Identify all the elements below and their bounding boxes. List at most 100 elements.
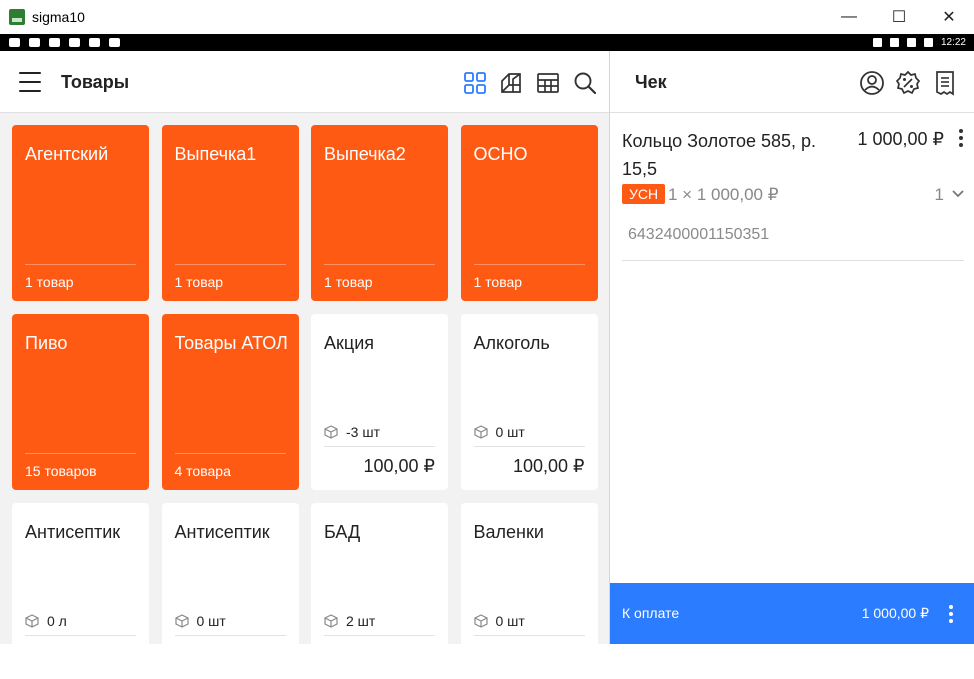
receipt-item-divider (622, 260, 964, 261)
tile-divider (25, 264, 136, 265)
tile-name: Валенки (473, 522, 544, 542)
tile-item-count: 15 товаров (25, 463, 97, 479)
tile-name: Антисептик (174, 522, 270, 542)
signal-icon-2 (69, 38, 80, 47)
message-icon (89, 38, 100, 47)
receipt-item-quantity[interactable]: 1 (935, 185, 944, 205)
tile-divider (324, 264, 435, 265)
product-tile[interactable]: Алкоголь 0 шт 100,00 ₽ (460, 314, 598, 490)
pay-label: К оплате (622, 605, 680, 621)
window-controls: — ☐ ✕ (824, 0, 974, 34)
tile-stock: 0 шт (174, 613, 226, 629)
tile-stock-value: -3 шт (346, 424, 380, 440)
window-title: sigma10 (32, 9, 85, 25)
shield-icon (49, 38, 60, 47)
tile-item-count: 1 товар (324, 274, 373, 290)
product-tile[interactable]: Валенки 0 шт (460, 503, 598, 679)
tile-name: Выпечка2 (324, 144, 406, 164)
page-title: Товары (61, 72, 130, 92)
tile-stock: 0 шт (473, 613, 525, 629)
app-notification-icon (109, 38, 120, 47)
tile-name: Товары АТОЛ (174, 333, 288, 353)
products-pane: Товары Агентский 1 товар Выпечка1 1 товар Вы… (0, 51, 610, 679)
tile-stock-value: 0 шт (495, 613, 525, 629)
category-tile[interactable]: Пиво 15 товаров (12, 314, 149, 490)
tile-name: Агентский (25, 144, 109, 164)
box-icon (25, 614, 39, 628)
receipt-item-price: 1 000,00 ₽ (857, 129, 944, 149)
tile-stock-value: 0 л (47, 613, 67, 629)
receipt-icon[interactable] (932, 70, 958, 96)
product-tile[interactable]: Антисептик 0 л (12, 503, 149, 679)
tile-stock: 0 л (25, 613, 67, 629)
window-titlebar: sigma10 — ☐ ✕ (0, 0, 974, 34)
tile-divider (25, 453, 136, 454)
pay-amount: 1 000,00 ₽ (861, 605, 929, 621)
more-vert-icon[interactable] (958, 129, 964, 149)
tile-item-count: 1 товар (174, 274, 224, 290)
products-header: Товары (0, 51, 610, 113)
tile-name: БАД (324, 522, 361, 542)
category-tile[interactable]: Агентский 1 товар (12, 125, 149, 301)
table-view-icon[interactable] (536, 71, 560, 95)
category-tile[interactable]: Выпечка1 1 товар (161, 125, 299, 301)
tile-name: ОСНО (473, 144, 528, 164)
product-tile[interactable]: БАД 2 шт (311, 503, 448, 679)
tile-divider (324, 635, 435, 636)
product-tile[interactable]: Акция -3 шт 100,00 ₽ (311, 314, 448, 490)
battery-icon (923, 38, 933, 47)
tile-stock: 2 шт (324, 613, 375, 629)
tile-divider (174, 264, 286, 265)
category-tile[interactable]: Выпечка2 1 товар (311, 125, 448, 301)
box-icon (324, 425, 338, 439)
tile-price: 100,00 ₽ (363, 456, 435, 476)
receipt-item-name: Кольцо Золотое 585, р. 15,5 (622, 131, 817, 179)
tile-divider (25, 635, 136, 636)
tile-stock: 0 шт (473, 424, 525, 440)
tile-name: Выпечка1 (174, 144, 257, 164)
tile-name: Антисептик (25, 522, 121, 542)
status-bar: 12:22 (0, 34, 974, 51)
box-icon (324, 614, 338, 628)
box-icon (473, 425, 488, 439)
tile-item-count: 1 товар (25, 274, 74, 290)
tile-stock-value: 0 шт (495, 424, 525, 440)
maximize-icon[interactable]: ☐ (874, 0, 924, 34)
tile-divider (324, 446, 435, 447)
tax-badge: УСН (622, 184, 666, 204)
customer-icon[interactable] (859, 70, 885, 96)
tile-name: Алкоголь (473, 333, 550, 353)
receipt-item-barcode: 6432400001150351 (628, 226, 770, 243)
menu-icon[interactable] (19, 72, 41, 92)
receipt-item-unit-price: 1 × 1 000,00 ₽ (668, 185, 779, 204)
receipt-line-item[interactable]: Кольцо Золотое 585, р. 15,5 1 000,00 ₽ У… (622, 127, 964, 261)
alarm-icon (9, 38, 20, 47)
tile-stock: -3 шт (324, 424, 380, 440)
tile-name: Акция (324, 333, 374, 353)
tile-name: Пиво (25, 333, 68, 353)
more-vert-icon[interactable] (948, 605, 954, 623)
tiles-view-icon[interactable] (499, 71, 523, 95)
tile-divider (473, 446, 585, 447)
bluetooth-icon (872, 38, 882, 47)
category-tile[interactable]: ОСНО 1 товар (460, 125, 598, 301)
chevron-down-icon[interactable] (952, 189, 964, 199)
pay-button[interactable]: К оплате 1 000,00 ₽ (610, 583, 974, 644)
clock: 12:22 (940, 37, 966, 48)
grid-view-icon[interactable] (463, 71, 487, 95)
discount-icon[interactable] (895, 70, 921, 96)
system-indicators: 12:22 (872, 34, 966, 51)
wifi-icon (906, 38, 916, 47)
search-icon[interactable] (573, 71, 597, 95)
tile-stock-value: 2 шт (346, 613, 376, 629)
tile-divider (473, 635, 585, 636)
tile-divider (174, 453, 286, 454)
product-tile[interactable]: Антисептик 0 шт (161, 503, 299, 679)
close-icon[interactable]: ✕ (924, 0, 974, 34)
category-tile[interactable]: Товары АТОЛ 4 товара (161, 314, 299, 490)
signal-icon (29, 38, 40, 47)
tile-price: 100,00 ₽ (512, 456, 585, 476)
notification-icons (9, 38, 120, 47)
minimize-icon[interactable]: — (824, 0, 874, 34)
box-icon (473, 614, 488, 628)
